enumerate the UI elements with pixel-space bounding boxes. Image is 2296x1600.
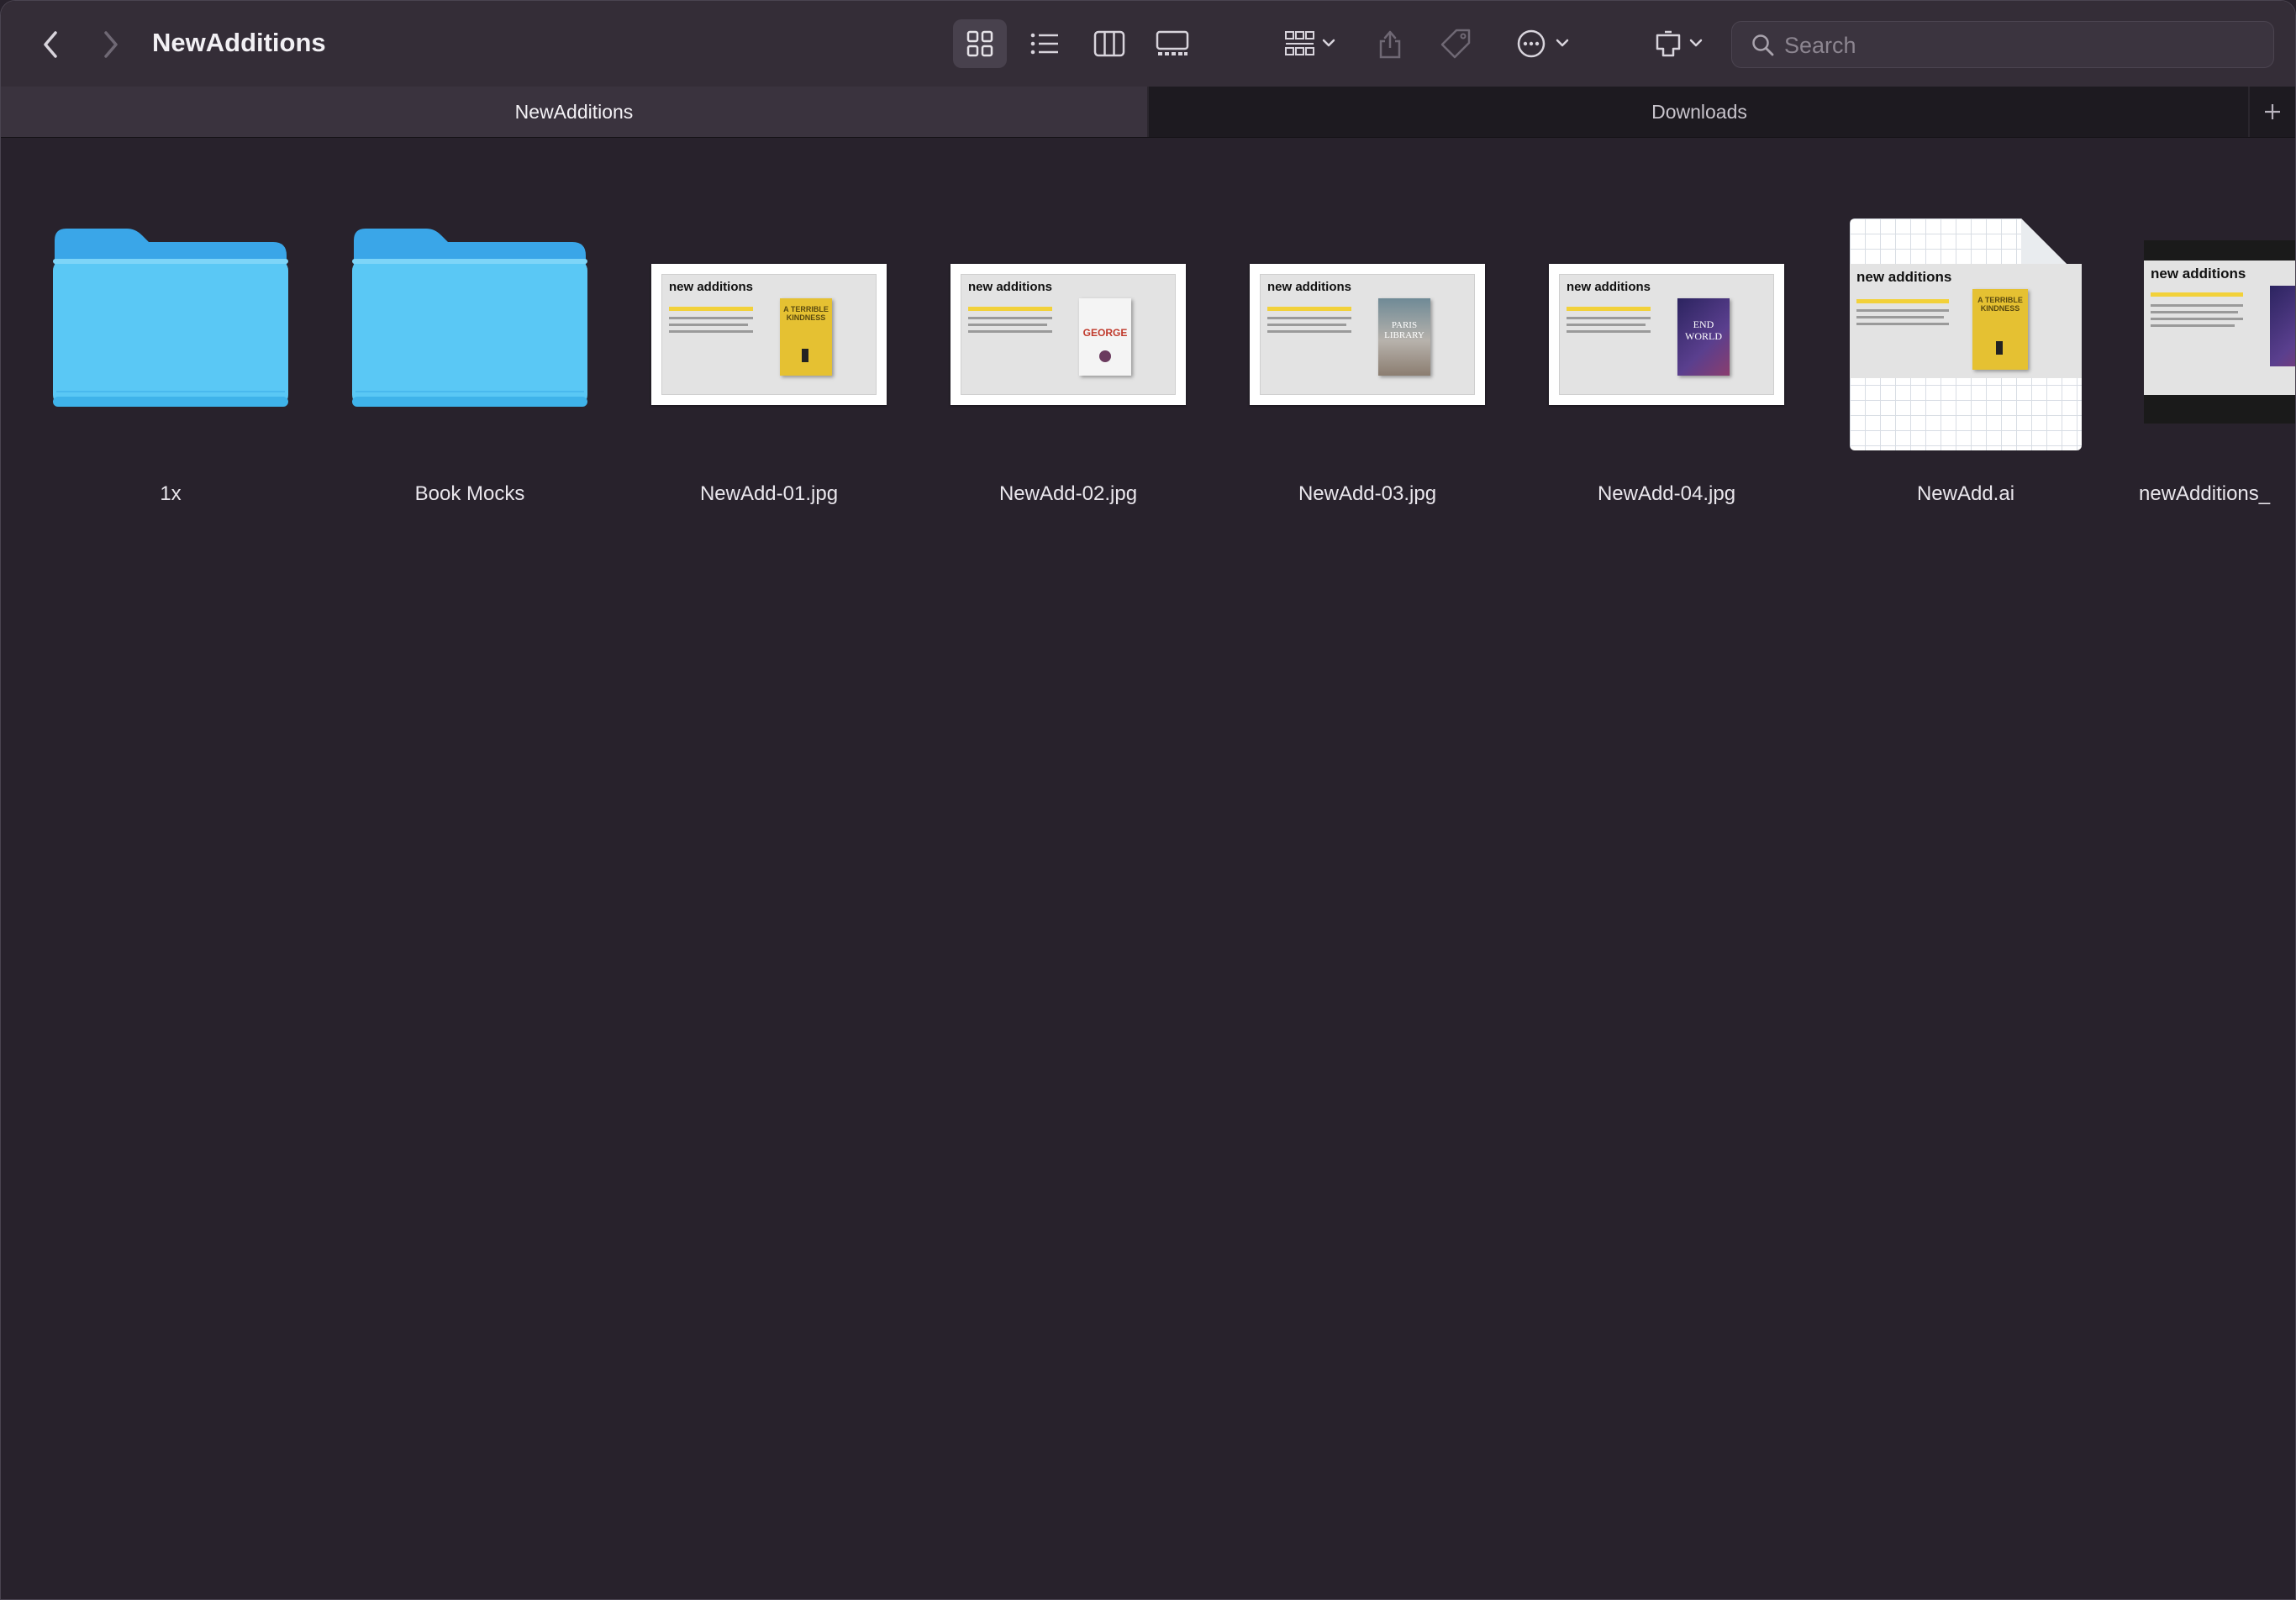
device-button[interactable] [1652,19,1708,68]
icon-grid-view-icon [966,30,993,57]
folder-icon [53,229,288,407]
file-grid: 1x Book Mocks new additions A TERRIBLE K… [1,138,2295,1599]
illustrator-document-icon: new additions A TERRIBLE KINDNESS [1850,218,2082,450]
list-view-button[interactable] [1018,19,1072,68]
chevron-right-icon [104,31,118,58]
list-view-icon [1030,33,1058,55]
tag-button[interactable] [1436,19,1475,68]
thumbnail-heading: new additions [1267,280,1352,294]
file-item-newadd-01[interactable]: new additions A TERRIBLE KINDNESS NewAdd… [643,180,895,533]
forward-button[interactable] [85,21,135,68]
thumbnail-heading: new additions [2151,266,2246,282]
file-name: NewAdd-02.jpg [998,482,1138,505]
toolbar: NewAdditions [1,1,2295,87]
search-icon [1752,34,1774,56]
column-view-icon [1093,30,1125,57]
file-name: NewAdd.ai [1916,482,2015,505]
ellipsis-icon [1517,29,1569,58]
tab-newadditions[interactable]: NewAdditions [1,87,1147,137]
finder-window: NewAdditions Search NewAdditions Downloa… [0,0,2296,1600]
tag-icon [1440,29,1471,59]
book-cover: A TERRIBLE KINDNESS [1972,289,2028,370]
thumbnail-heading: new additions [1856,269,1952,285]
file-name: Book Mocks [414,482,525,505]
thumbnail-heading: new additions [968,280,1053,294]
group-by-icon [1285,31,1335,55]
book-cover: GEORGE [1079,298,1131,376]
plus-icon [2265,104,2280,119]
cover-title: GEORGE [1082,327,1128,339]
icon-view-button[interactable] [953,19,1007,68]
folder-icon [352,229,587,407]
file-item-newadditions[interactable]: new additions newAdditions_ [2139,180,2295,533]
share-icon [1379,30,1401,59]
file-name: NewAdd-01.jpg [699,482,839,505]
device-icon [1656,30,1703,57]
thumbnail-heading: new additions [669,280,754,294]
more-actions-button[interactable] [1509,19,1577,68]
image-thumbnail: new additions END WORLD [1549,264,1784,405]
file-item-newadd-02[interactable]: new additions GEORGE NewAdd-02.jpg [942,180,1194,533]
chevron-left-icon [44,31,57,58]
image-thumbnail: new additions A TERRIBLE KINDNESS [651,264,887,405]
tab-downloads[interactable]: Downloads [1149,87,2250,137]
search-input[interactable] [1783,22,2257,69]
file-item-newadd-04[interactable]: new additions END WORLD NewAdd-04.jpg [1540,180,1793,533]
cover-title: A TERRIBLE KINDNESS [783,305,829,322]
share-button[interactable] [1371,19,1409,68]
new-tab-button[interactable] [2250,87,2295,137]
group-by-button[interactable] [1277,19,1344,68]
gallery-view-button[interactable] [1145,19,1199,68]
book-cover: A TERRIBLE KINDNESS [780,298,832,376]
file-item-1x[interactable]: 1x [45,180,297,533]
image-thumbnail: new additions PARIS LIBRARY [1250,264,1485,405]
book-cover: END WORLD [1677,298,1730,376]
file-name: NewAdd-03.jpg [1298,482,1437,505]
tab-bar: NewAdditions Downloads [1,87,2295,138]
book-cover [2270,286,2295,366]
window-title: NewAdditions [152,28,326,57]
file-item-newadd-03[interactable]: new additions PARIS LIBRARY NewAdd-03.jp… [1241,180,1493,533]
tab-label: Downloads [1651,100,1747,123]
file-name: 1x [160,482,182,505]
image-thumbnail: new additions [2144,240,2295,424]
thumbnail-heading: new additions [1567,280,1651,294]
tab-label: NewAdditions [514,100,634,123]
back-button[interactable] [26,21,76,68]
book-cover: PARIS LIBRARY [1378,298,1430,376]
column-view-button[interactable] [1082,19,1136,68]
file-item-newadd-ai[interactable]: new additions A TERRIBLE KINDNESS NewAdd… [1840,180,2092,533]
image-thumbnail: new additions GEORGE [951,264,1186,405]
cover-title: END WORLD [1685,318,1722,342]
file-item-book-mocks[interactable]: Book Mocks [344,180,596,533]
search-field[interactable] [1731,21,2274,69]
cover-title: PARIS LIBRARY [1384,320,1424,340]
file-name: newAdditions_ [2139,482,2271,505]
gallery-view-icon [1156,30,1189,55]
file-name: NewAdd-04.jpg [1597,482,1736,505]
cover-title: A TERRIBLE KINDNESS [1977,296,2023,313]
